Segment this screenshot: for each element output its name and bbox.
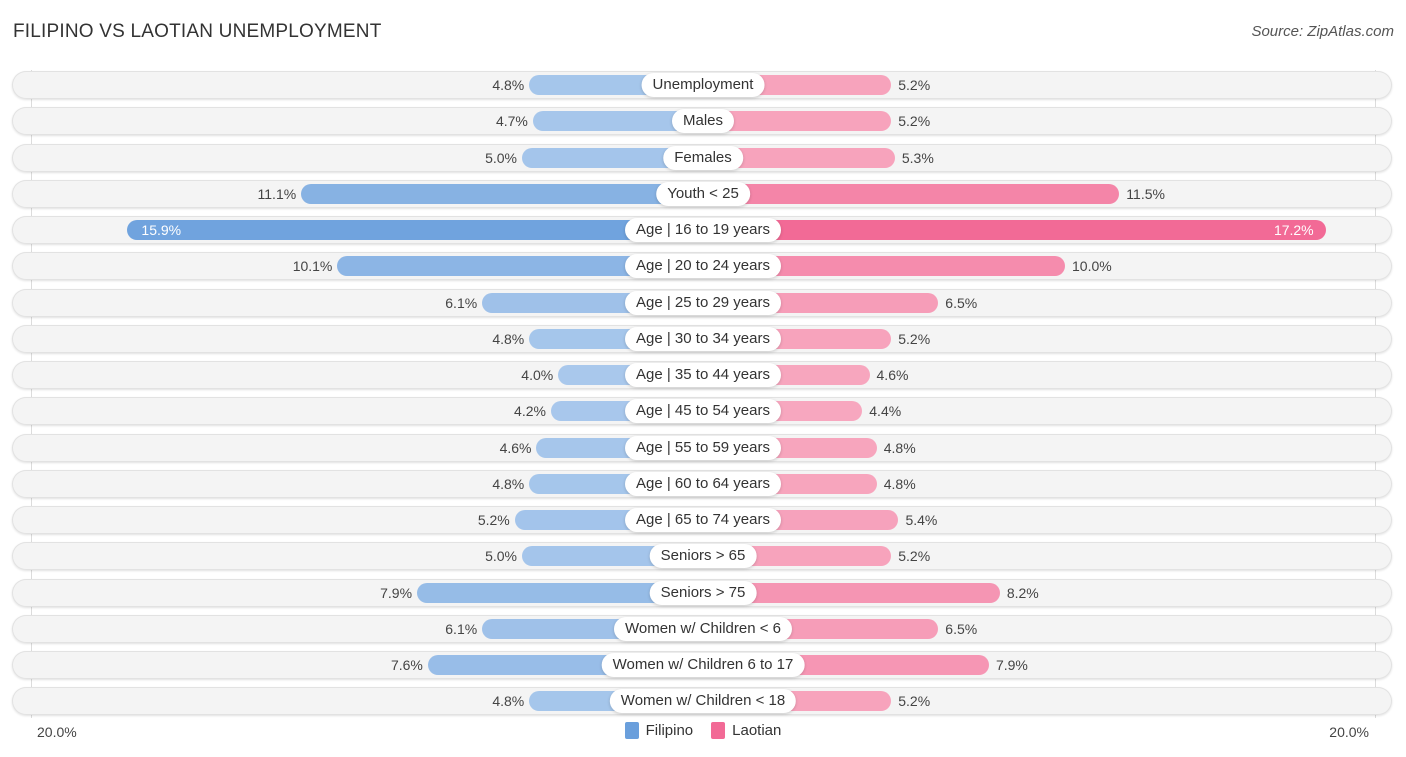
value-label-filipino: 15.9%	[141, 222, 182, 238]
value-label-laotian: 11.5%	[1126, 185, 1165, 202]
value-label-laotian: 5.2%	[898, 548, 931, 565]
bar-laotian[interactable]	[703, 183, 1120, 204]
value-label-filipino: 10.1%	[292, 258, 333, 275]
value-label-filipino: 7.6%	[390, 657, 423, 673]
value-label-filipino: 5.2%	[477, 512, 510, 528]
category-label: Seniors > 65	[649, 544, 757, 569]
category-label: Age | 25 to 29 years	[625, 290, 781, 315]
category-label: Age | 65 to 74 years	[625, 508, 781, 532]
value-label-laotian: 17.2%	[1273, 222, 1314, 238]
category-label: Seniors > 75	[649, 580, 757, 605]
value-label-filipino: 6.1%	[445, 620, 478, 637]
value-label-laotian: 4.8%	[883, 475, 916, 492]
value-label-filipino: 4.8%	[492, 330, 525, 347]
value-label-filipino: 4.0%	[521, 367, 554, 383]
value-label-laotian: 6.5%	[945, 294, 978, 311]
value-label-laotian: 10.0%	[1072, 258, 1112, 275]
value-label-laotian: 5.2%	[898, 113, 931, 130]
category-label: Youth < 25	[656, 181, 750, 206]
legend-item-laotian[interactable]: Laotian	[711, 722, 781, 739]
category-label: Women w/ Children 6 to 17	[601, 653, 805, 677]
value-label-laotian: 7.9%	[995, 657, 1028, 673]
category-label: Women w/ Children < 6	[613, 616, 793, 641]
value-label-filipino: 4.8%	[492, 77, 525, 93]
legend-label-laotian: Laotian	[732, 722, 782, 739]
value-label-filipino: 4.6%	[499, 439, 532, 456]
value-label-laotian: 8.2%	[1006, 584, 1039, 601]
category-label: Age | 20 to 24 years	[625, 254, 781, 279]
value-label-laotian: 5.4%	[905, 512, 938, 528]
category-label: Age | 30 to 34 years	[625, 326, 781, 351]
value-label-laotian: 5.2%	[898, 77, 931, 93]
category-label: Age | 60 to 64 years	[625, 471, 781, 496]
value-label-filipino: 5.0%	[485, 149, 517, 166]
value-label-laotian: 5.2%	[898, 330, 931, 347]
legend-item-filipino[interactable]: Filipino	[624, 722, 694, 739]
value-label-laotian: 4.8%	[883, 439, 916, 456]
value-label-filipino: 4.7%	[495, 113, 528, 130]
value-label-filipino: 6.1%	[445, 294, 478, 311]
value-label-filipino: 4.8%	[492, 693, 525, 710]
legend-swatch-filipino	[624, 722, 639, 739]
value-label-filipino: 11.1%	[257, 185, 297, 202]
category-label: Unemployment	[641, 73, 765, 97]
value-label-filipino: 5.0%	[485, 548, 517, 565]
category-label: Males	[671, 109, 735, 134]
bar-laotian[interactable]	[703, 220, 1326, 240]
legend: Filipino Laotian	[0, 722, 1406, 739]
legend-swatch-laotian	[711, 722, 726, 739]
diverging-bar-chart: 4.8% 5.2% Unemployment 4.7% 5.2% Males 5.0% 5.3…	[0, 0, 1406, 757]
value-label-filipino: 4.8%	[492, 475, 525, 492]
value-label-laotian: 4.6%	[876, 367, 909, 383]
bar-filipino[interactable]	[127, 220, 703, 240]
category-label: Age | 35 to 44 years	[625, 363, 781, 387]
category-label: Age | 55 to 59 years	[625, 435, 781, 460]
value-label-laotian: 5.3%	[901, 149, 934, 166]
value-label-laotian: 4.4%	[869, 403, 902, 420]
category-label: Age | 45 to 54 years	[625, 399, 781, 424]
legend-label-filipino: Filipino	[645, 722, 694, 739]
value-label-laotian: 6.5%	[945, 620, 978, 637]
value-label-laotian: 5.2%	[898, 693, 931, 710]
bar-filipino[interactable]	[301, 183, 703, 204]
category-label: Females	[663, 145, 743, 170]
value-label-filipino: 7.9%	[380, 584, 413, 601]
category-label: Women w/ Children < 18	[609, 689, 797, 714]
category-label: Age | 16 to 19 years	[625, 218, 781, 242]
value-label-filipino: 4.2%	[514, 403, 546, 420]
